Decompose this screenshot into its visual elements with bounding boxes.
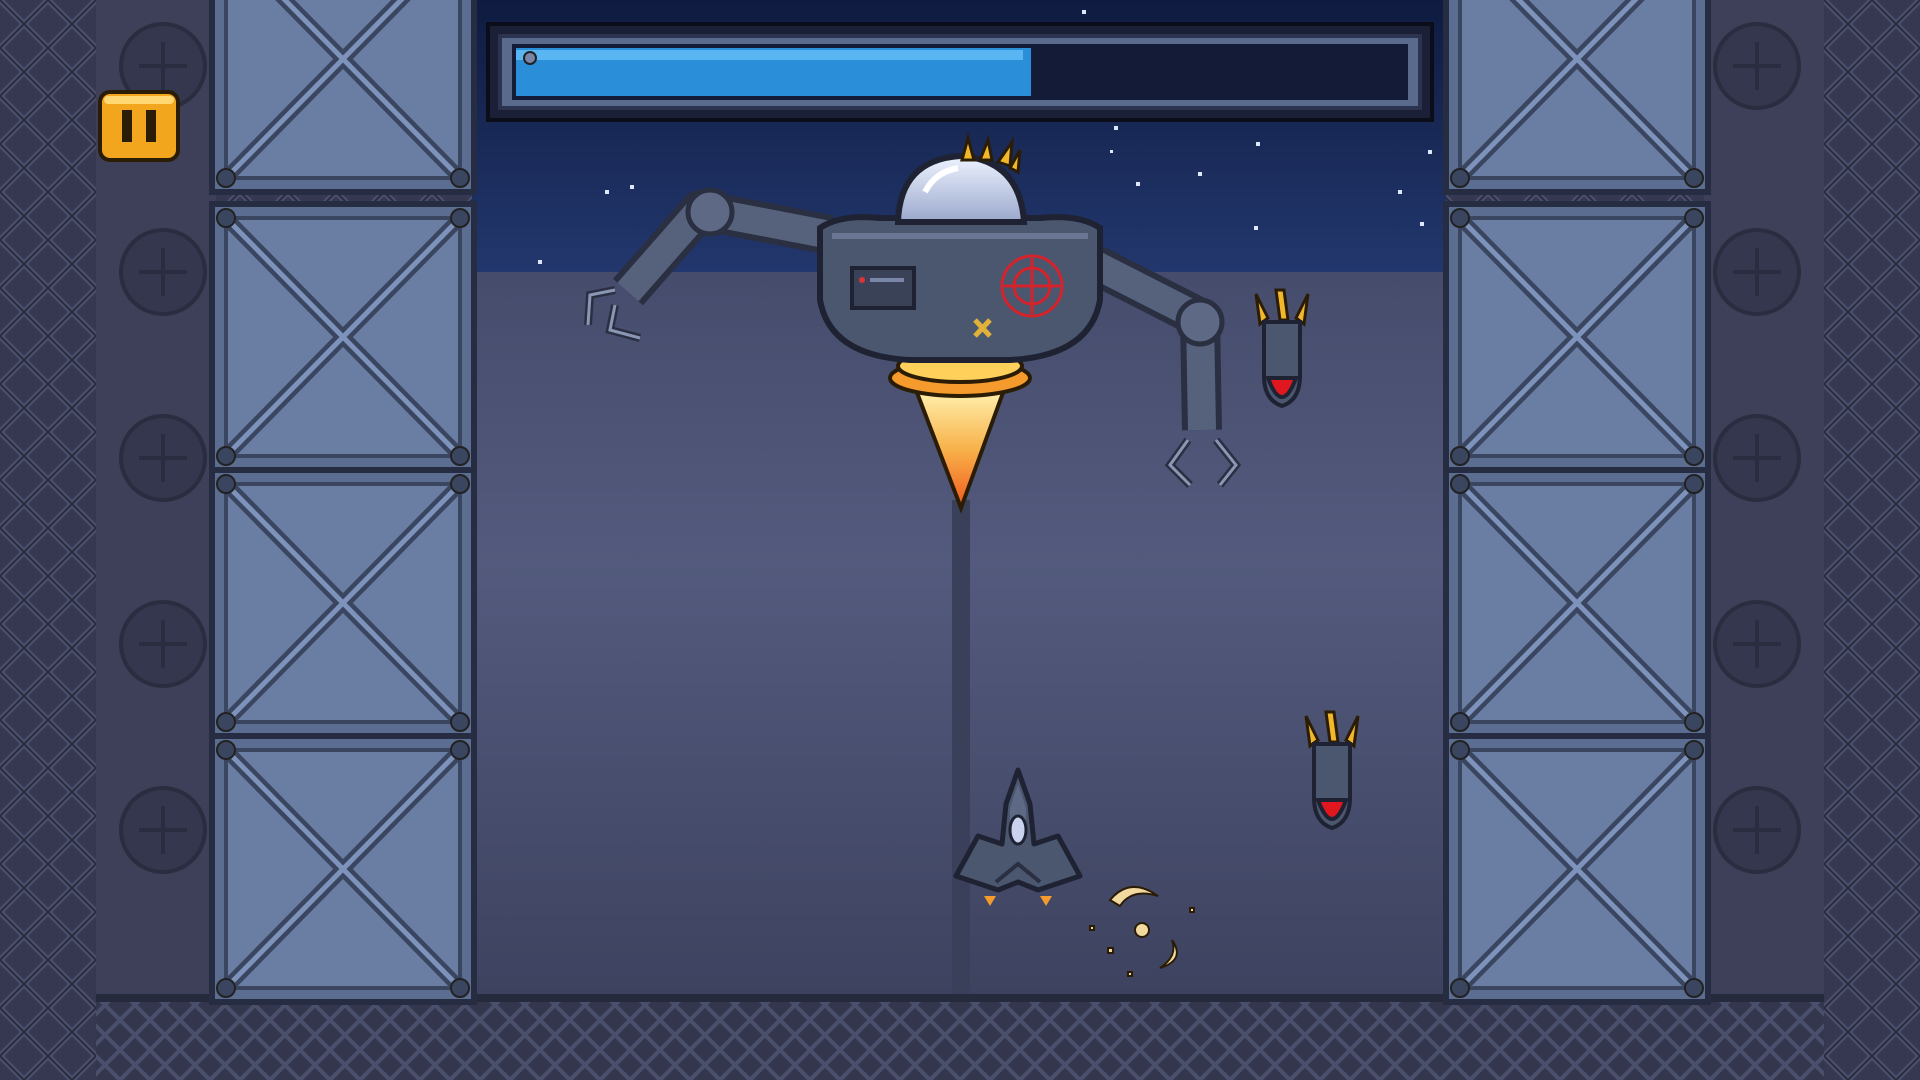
missile-2	[1304, 710, 1360, 831]
bottom-lattice	[96, 1000, 1824, 1080]
health-bar-rivet-icon	[523, 51, 537, 65]
target-emblem-icon	[1000, 254, 1064, 318]
girder-column-right	[1446, 0, 1708, 1002]
control-panel-icon	[850, 266, 916, 310]
girder-column-left	[212, 0, 474, 1002]
missile-1	[1254, 288, 1310, 409]
boss-health-bar	[486, 22, 1434, 122]
game-scene	[0, 0, 1920, 1080]
pause-button[interactable]	[98, 90, 180, 162]
support-pole	[952, 500, 970, 1000]
game-canvas	[0, 0, 1920, 1080]
